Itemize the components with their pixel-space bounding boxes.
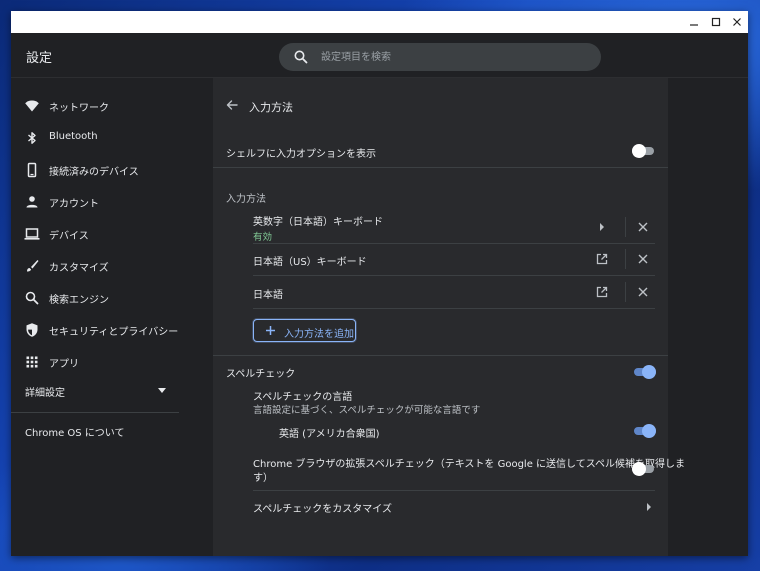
plus-icon xyxy=(266,326,275,335)
remove-input-method-button[interactable] xyxy=(635,251,651,267)
add-input-method-button[interactable]: 入力方法を追加 xyxy=(253,319,356,342)
bluetooth-icon xyxy=(28,132,36,144)
divider xyxy=(625,282,626,302)
enhanced-spellcheck-label-line2: す） xyxy=(253,473,273,484)
spellcheck-language-toggle[interactable] xyxy=(634,424,656,438)
sidebar-item-label: Bluetooth xyxy=(49,131,98,142)
caret-down-icon xyxy=(158,388,166,393)
chevron-right-icon xyxy=(600,223,604,231)
sidebar-item-search-engine[interactable]: 検索エンジン xyxy=(11,282,211,314)
advanced-label: 詳細設定 xyxy=(25,388,65,399)
open-input-method-options-button[interactable] xyxy=(594,284,610,300)
sidebar-advanced-toggle[interactable]: 詳細設定 xyxy=(11,375,211,407)
shelf-option-toggle[interactable] xyxy=(632,144,654,158)
open-input-method-options-button[interactable] xyxy=(594,251,610,267)
enhanced-spellcheck-label-line1: Chrome ブラウザの拡張スペルチェック（テキストを Google に送信して… xyxy=(253,459,686,470)
apps-grid-icon xyxy=(26,356,38,368)
about-label: Chrome OS について xyxy=(25,428,125,439)
maximize-button[interactable] xyxy=(705,11,727,33)
close-icon xyxy=(733,18,741,26)
sidebar-item-label: アプリ xyxy=(49,359,79,370)
divider xyxy=(213,355,668,356)
phone-icon xyxy=(27,162,37,178)
customize-spellcheck-label: スペルチェックをカスタマイズ xyxy=(253,504,392,515)
sidebar-item-label: ネットワーク xyxy=(49,103,109,114)
sidebar-item-label: デバイス xyxy=(49,231,89,242)
close-icon xyxy=(638,222,648,232)
search-icon xyxy=(25,291,39,305)
close-icon xyxy=(638,254,648,264)
divider xyxy=(253,275,655,276)
divider xyxy=(253,490,655,491)
window-titlebar xyxy=(11,11,748,33)
search-input[interactable] xyxy=(321,43,591,71)
sidebar-item-apps[interactable]: アプリ xyxy=(11,346,211,378)
enhanced-spellcheck-toggle[interactable] xyxy=(632,462,654,476)
sidebar-item-label: セキュリティとプライバシー xyxy=(49,327,179,338)
input-method-status: 有効 xyxy=(253,232,273,243)
shelf-option-label: シェルフに入力オプションを表示 xyxy=(226,149,376,160)
close-icon xyxy=(638,287,648,297)
divider xyxy=(625,217,626,237)
page-title: 入力方法 xyxy=(249,101,293,114)
spellcheck-languages-title: スペルチェックの言語 xyxy=(253,392,353,403)
chevron-right-icon xyxy=(647,503,651,511)
spellcheck-label: スペルチェック xyxy=(226,369,296,380)
remove-input-method-button[interactable] xyxy=(635,219,651,235)
divider xyxy=(213,167,668,168)
open-in-new-icon xyxy=(596,286,608,298)
sidebar-item-label: 接続済みのデバイス xyxy=(49,167,139,178)
spellcheck-language-label: 英語 (アメリカ合衆国) xyxy=(279,429,380,440)
sidebar: ネットワーク Bluetooth 接続済みのデバイス アカウント デバイス カス… xyxy=(11,78,211,556)
shield-icon xyxy=(26,323,38,337)
remove-input-method-button[interactable] xyxy=(635,284,651,300)
person-icon xyxy=(26,196,38,208)
input-method-name: 英数字（日本語）キーボード xyxy=(253,217,383,228)
close-window-button[interactable] xyxy=(726,11,748,33)
laptop-icon xyxy=(24,228,40,240)
sidebar-item-connected-devices[interactable]: 接続済みのデバイス xyxy=(11,154,211,186)
back-arrow-icon[interactable] xyxy=(225,98,239,112)
maximize-icon xyxy=(711,17,721,27)
divider xyxy=(625,249,626,269)
sidebar-item-network[interactable]: ネットワーク xyxy=(11,90,211,122)
sidebar-item-about[interactable]: Chrome OS について xyxy=(11,414,211,446)
add-input-method-label: 入力方法を追加 xyxy=(284,329,354,340)
spellcheck-languages-description: 言語設定に基づく、スペルチェックが可能な言語です xyxy=(253,405,481,416)
spellcheck-toggle[interactable] xyxy=(634,365,656,379)
minimize-button[interactable] xyxy=(683,11,705,33)
search-icon xyxy=(294,50,308,64)
sidebar-item-bluetooth[interactable]: Bluetooth xyxy=(11,122,211,154)
open-in-new-icon xyxy=(596,253,608,265)
sidebar-item-device[interactable]: デバイス xyxy=(11,218,211,250)
settings-window: 設定 ネットワーク Bluetooth 接続済みのデバイス アカウント xyxy=(11,11,748,556)
sidebar-item-label: アカウント xyxy=(49,199,99,210)
input-method-settings-button[interactable] xyxy=(594,219,610,235)
brush-icon xyxy=(27,260,39,272)
divider xyxy=(253,243,655,244)
sidebar-item-security-privacy[interactable]: セキュリティとプライバシー xyxy=(11,314,211,346)
input-method-name: 日本語 xyxy=(253,290,283,301)
sidebar-item-label: カスタマイズ xyxy=(49,263,109,274)
search-box[interactable] xyxy=(279,43,601,71)
sidebar-item-label: 検索エンジン xyxy=(49,295,109,306)
minimize-icon xyxy=(690,24,698,26)
input-methods-section-label: 入力方法 xyxy=(226,194,266,205)
input-method-name: 日本語（US）キーボード xyxy=(253,257,367,268)
sidebar-item-personalization[interactable]: カスタマイズ xyxy=(11,250,211,282)
app-header: 設定 xyxy=(11,33,748,78)
divider xyxy=(253,308,655,309)
sidebar-item-account[interactable]: アカウント xyxy=(11,186,211,218)
settings-panel: 入力方法 シェルフに入力オプションを表示 入力方法 英数字（日本語）キーボード … xyxy=(213,78,685,556)
wifi-icon xyxy=(25,100,39,112)
app-title: 設定 xyxy=(26,51,53,66)
sidebar-divider xyxy=(11,412,179,413)
